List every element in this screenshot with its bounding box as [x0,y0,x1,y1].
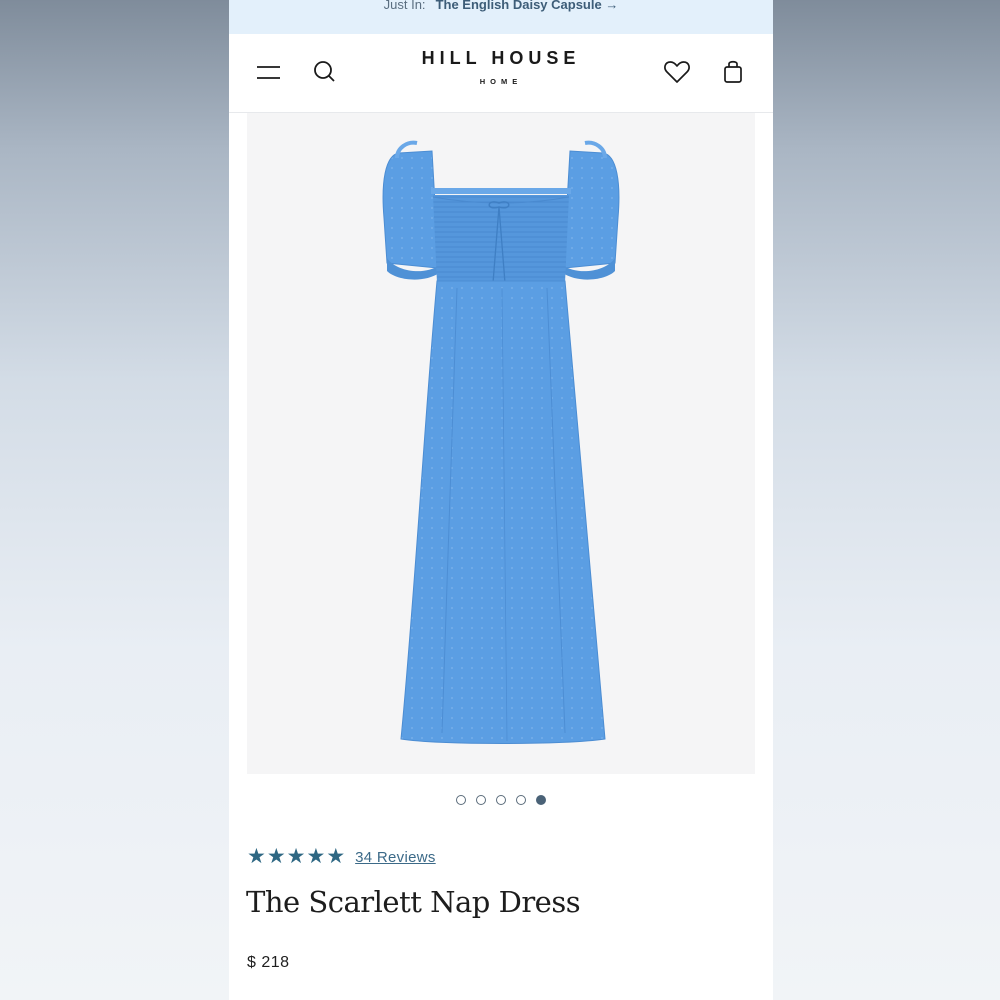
heart-icon[interactable] [661,56,693,88]
star-rating: ★ ★ ★ ★ ★ [247,846,345,868]
carousel-dot[interactable] [456,795,466,805]
background-blur-left [0,0,229,1000]
product-rating: ★ ★ ★ ★ ★ 34 Reviews [247,846,436,868]
star-icon: ★ [306,845,326,868]
bag-icon[interactable] [717,56,749,88]
carousel-dot-active[interactable] [536,795,546,805]
carousel-dot[interactable] [516,795,526,805]
announcement-link[interactable]: The English Daisy Capsule → [436,0,619,12]
reviews-link[interactable]: 34 Reviews [355,849,436,866]
announcement-prefix: Just In: [383,0,426,12]
star-icon: ★ [266,845,286,868]
background-blur-right [773,0,1000,1000]
product-price: $ 218 [247,954,290,971]
dress-illustration [382,140,620,744]
announcement-bar[interactable]: Just In: The English Daisy Capsule → [229,0,773,34]
carousel-dots [229,795,773,805]
product-image[interactable] [247,113,755,774]
site-header: HILL HOUSE HOME [229,34,773,113]
star-icon: ★ [247,845,266,868]
carousel-dot[interactable] [496,795,506,805]
star-icon: ★ [326,845,346,868]
carousel-dot[interactable] [476,795,486,805]
mobile-page: Just In: The English Daisy Capsule → HIL… [229,0,773,1000]
star-icon: ★ [286,845,306,868]
product-title: The Scarlett Nap Dress [246,885,581,919]
